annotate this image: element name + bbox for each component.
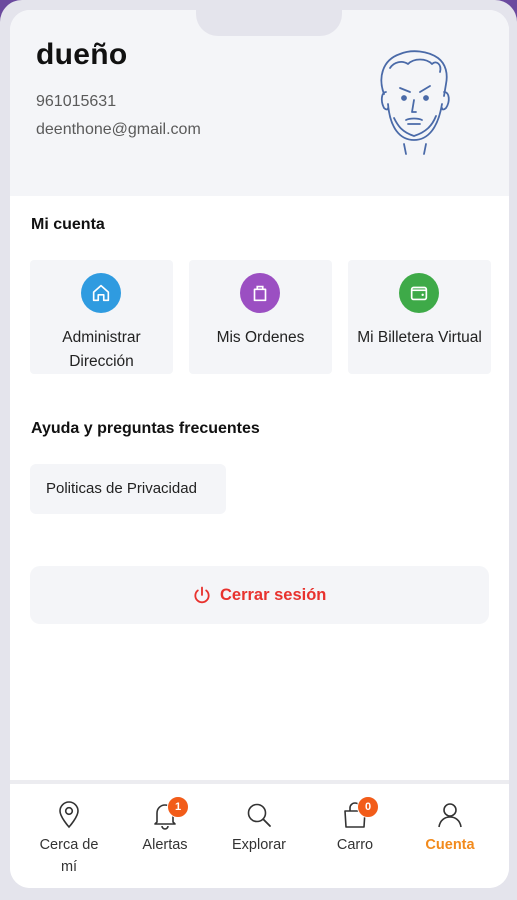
home-icon xyxy=(81,273,121,313)
wallet-icon xyxy=(399,273,439,313)
nav-item-cart[interactable]: 0 Carro xyxy=(310,796,400,856)
profile-header: dueño 961015631 deenthone@gmail.com xyxy=(10,10,509,196)
manage-address-label: Administrar Dirección xyxy=(62,329,141,370)
avatar[interactable] xyxy=(372,48,456,156)
my-orders-label: Mis Ordenes xyxy=(216,329,305,346)
my-orders-card[interactable]: Mis Ordenes xyxy=(189,260,332,374)
profile-email: deenthone@gmail.com xyxy=(36,121,201,138)
logout-button[interactable]: Cerrar sesión xyxy=(30,566,489,624)
account-screen: dueño 961015631 deenthone@gmail.com Mi c… xyxy=(10,10,509,888)
nav-item-nearby[interactable]: Cerca de mí xyxy=(24,800,114,878)
search-icon xyxy=(244,800,274,830)
privacy-policy-button[interactable]: Politicas de Privacidad xyxy=(30,464,226,514)
nav-label-account: Cuenta xyxy=(425,837,475,853)
manage-address-card[interactable]: Administrar Dirección xyxy=(30,260,173,374)
privacy-policy-label: Politicas de Privacidad xyxy=(46,480,197,497)
virtual-wallet-label: Mi Billetera Virtual xyxy=(357,329,482,346)
bottom-nav: Cerca de mí 1 Alertas Explorar 0 Carro C… xyxy=(10,780,509,888)
nav-item-account[interactable]: Cuenta xyxy=(405,800,495,856)
section-title-help: Ayuda y preguntas frecuentes xyxy=(31,420,260,437)
nav-label-cart: Carro xyxy=(336,837,374,853)
phone-frame: dueño 961015631 deenthone@gmail.com Mi c… xyxy=(0,0,517,900)
map-pin-icon xyxy=(54,800,84,830)
bell-icon: 1 xyxy=(150,796,189,830)
cart-bag-icon: 0 xyxy=(340,796,379,830)
nav-label-nearby: Cerca de mí xyxy=(39,837,99,875)
nav-label-alerts: Alertas xyxy=(142,837,188,853)
device-notch xyxy=(196,10,342,36)
nav-label-explore: Explorar xyxy=(232,837,286,853)
profile-name: dueño xyxy=(36,38,128,71)
logout-label: Cerrar sesión xyxy=(220,585,327,604)
section-title-account: Mi cuenta xyxy=(31,216,105,233)
alerts-badge: 1 xyxy=(167,796,189,818)
user-icon xyxy=(435,800,465,830)
profile-phone: 961015631 xyxy=(36,93,117,110)
nav-item-explore[interactable]: Explorar xyxy=(214,800,304,856)
shopping-bag-icon xyxy=(240,273,280,313)
virtual-wallet-card[interactable]: Mi Billetera Virtual xyxy=(348,260,491,374)
nav-item-alerts[interactable]: 1 Alertas xyxy=(120,796,210,856)
cart-badge: 0 xyxy=(357,796,379,818)
power-icon xyxy=(194,586,210,604)
